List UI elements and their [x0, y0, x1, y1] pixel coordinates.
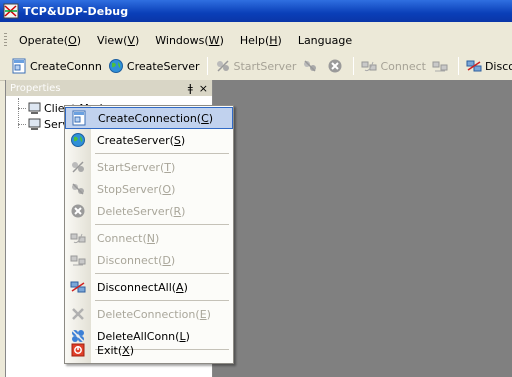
toolbar-stop-server-button[interactable]	[299, 55, 324, 77]
ctx-key: X	[122, 343, 130, 357]
ctx-key: C	[201, 111, 209, 125]
disconnect-icon	[70, 255, 86, 266]
delete-server-icon	[71, 204, 85, 218]
globe-icon	[71, 133, 85, 147]
ctx-create-connection[interactable]: CreateConnection(C)	[65, 107, 233, 129]
ctx-separator	[95, 273, 229, 274]
menu-label: View	[97, 33, 124, 47]
app-icon	[3, 3, 19, 19]
menu-key: V	[127, 33, 135, 47]
ctx-label: DisconnectAll	[97, 280, 172, 294]
start-server-icon	[72, 161, 84, 173]
ctx-label: Disconnect	[97, 253, 159, 267]
connect-icon	[70, 233, 86, 244]
ctx-separator	[95, 300, 229, 301]
ctx-label: StopServer	[97, 182, 159, 196]
ctx-label: StartServer	[97, 160, 160, 174]
pin-icon[interactable]: ǂ	[188, 82, 193, 95]
ctx-key: S	[173, 133, 181, 147]
ctx-key: N	[146, 231, 156, 245]
menu-label: Operate	[19, 33, 64, 47]
toolbar-disconnect-button[interactable]	[429, 55, 454, 77]
stop-server-icon	[72, 183, 84, 195]
globe-icon	[108, 59, 123, 73]
ctx-key: R	[173, 204, 182, 218]
menu-view[interactable]: View(V)	[89, 32, 147, 49]
ctx-label: DeleteConnection	[97, 307, 196, 321]
menu-key: O	[68, 33, 77, 47]
menubar-grip[interactable]	[4, 33, 7, 47]
stop-server-icon	[304, 60, 317, 72]
toolbar-separator	[353, 57, 355, 75]
delete-connection-icon	[72, 308, 84, 320]
tree-branch	[18, 124, 26, 125]
mdi-workspace[interactable]	[213, 80, 512, 377]
ctx-label: DeleteServer	[97, 204, 170, 218]
ctx-label: Connect	[97, 231, 143, 245]
create-connection-icon	[72, 110, 86, 126]
ctx-label: Exit	[97, 343, 118, 357]
ctx-key: O	[162, 182, 172, 196]
ctx-delete-connection[interactable]: DeleteConnection(E)	[65, 303, 233, 325]
ctx-disconnect[interactable]: Disconnect(D)	[65, 249, 233, 271]
ctx-separator	[95, 224, 229, 225]
delete-server-icon	[328, 59, 342, 73]
context-menu: CreateConnection(C) CreateServer(S) Star…	[64, 105, 234, 364]
computer-icon	[28, 102, 41, 114]
toolbar-label: CreateServer	[126, 59, 200, 73]
toolbar-label: StartServer	[233, 59, 297, 73]
window-title: TCP&UDP-Debug	[23, 4, 129, 18]
ctx-key: T	[164, 160, 171, 174]
tree-branch	[18, 108, 26, 109]
menu-language[interactable]: Language	[290, 32, 360, 49]
menu-windows[interactable]: Windows(W)	[147, 32, 232, 49]
ctx-exit-item[interactable]: Exit(X)	[65, 339, 233, 361]
menu-help[interactable]: Help(H)	[232, 32, 290, 49]
properties-title: Properties	[10, 82, 61, 94]
exit-icon	[71, 343, 85, 357]
ctx-separator	[95, 153, 229, 154]
toolbar: CreateConnn CreateServer StartServer Con…	[0, 52, 512, 81]
create-connection-icon	[12, 58, 26, 74]
ctx-label: CreateConnection	[98, 111, 197, 125]
disconnect-all-icon	[466, 60, 482, 72]
ctx-key: A	[176, 280, 184, 294]
menu-label: Help	[239, 33, 265, 47]
toolbar-delete-server-button[interactable]	[324, 55, 349, 77]
menu-operate[interactable]: Operate(O)	[11, 32, 89, 49]
computer-icon	[28, 118, 41, 130]
ctx-start-server[interactable]: StartServer(T)	[65, 156, 233, 178]
toolbar-separator	[457, 57, 459, 75]
close-icon[interactable]: ×	[199, 82, 208, 95]
ctx-connect[interactable]: Connect(N)	[65, 227, 233, 249]
menu-key: H	[269, 33, 278, 47]
title-bar[interactable]: TCP&UDP-Debug	[0, 0, 512, 22]
toolbar-create-server-button[interactable]: CreateServer	[105, 55, 203, 77]
ctx-key: D	[162, 253, 171, 267]
ctx-create-server[interactable]: CreateServer(S)	[65, 129, 233, 151]
connect-icon	[361, 61, 377, 72]
toolbar-label: CreateConnn	[30, 59, 102, 73]
ctx-key: E	[199, 307, 207, 321]
menu-label: Windows	[155, 33, 205, 47]
toolbar-label: DisconnAll	[484, 59, 512, 73]
toolbar-label: Connect	[380, 59, 426, 73]
ctx-delete-server[interactable]: DeleteServer(R)	[65, 200, 233, 222]
toolbar-create-connection-button[interactable]: CreateConnn	[8, 55, 105, 77]
ctx-label: CreateServer	[97, 133, 170, 147]
menu-key: W	[208, 33, 220, 47]
toolbar-connect-button[interactable]: Connect	[358, 55, 428, 77]
toolbar-separator	[206, 57, 208, 75]
ctx-stop-server[interactable]: StopServer(O)	[65, 178, 233, 200]
toolbar-start-server-button[interactable]: StartServer	[212, 55, 300, 77]
start-server-icon	[216, 60, 229, 72]
disconnect-all-icon	[70, 281, 86, 293]
ctx-disconnect-all[interactable]: DisconnectAll(A)	[65, 276, 233, 298]
toolbar-disconnect-all-button[interactable]: DisconnAll	[463, 55, 512, 77]
disconnect-icon	[432, 61, 448, 72]
app-window: TCP&UDP-Debug Operate(O) View(V) Windows…	[0, 0, 512, 377]
properties-panel-header: Properties ǂ ×	[6, 80, 212, 96]
menu-bar: Operate(O) View(V) Windows(W) Help(H) La…	[0, 28, 512, 53]
